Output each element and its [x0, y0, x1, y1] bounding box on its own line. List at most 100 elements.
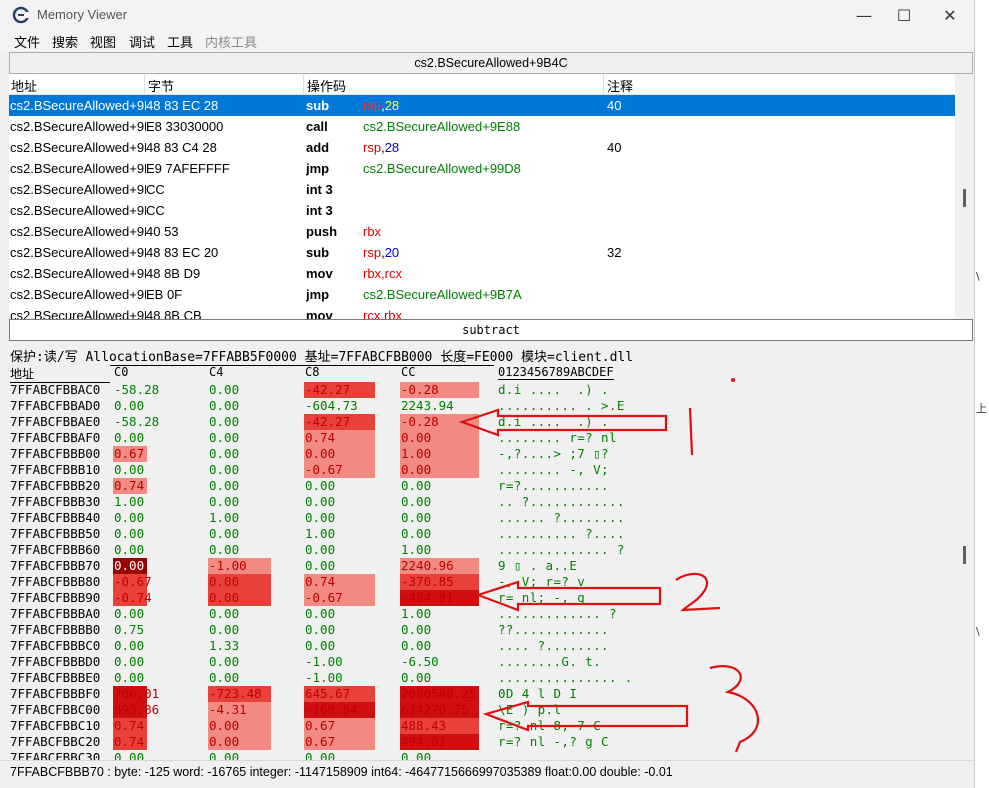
hex-row[interactable]: 7FFABCFBBC30 0.00 0.00 0.00 0.00............… — [10, 750, 960, 760]
hex-value-c8[interactable]: -42.27 — [304, 382, 375, 398]
hex-row[interactable]: 7FFABCFBBB40 0.00 1.00 0.00 0.00 ...... ?....… — [10, 510, 960, 526]
hex-value-c0[interactable]: 0.00 — [113, 750, 147, 760]
hex-value-c0[interactable]: -58.28 — [113, 382, 159, 398]
address-bar[interactable]: cs2.BSecureAllowed+9B4C — [9, 52, 973, 74]
hex-row[interactable]: 7FFABCFBBAD0 0.00 0.00 -604.73 2243.94......… — [10, 398, 960, 414]
hex-value-cc[interactable]: 0.00 — [400, 462, 479, 478]
hex-value-cc[interactable]: 0.00 — [400, 494, 479, 510]
disassembler-scroll-thumb[interactable] — [963, 189, 966, 207]
hex-value-c0[interactable]: -58.28 — [113, 414, 159, 430]
menu-tools[interactable]: 工具 — [167, 32, 193, 51]
hex-row[interactable]: 7FFABCFBBBE0 0.00 0.00 -1.00 0.00...........… — [10, 670, 960, 686]
hex-row[interactable]: 7FFABCFBBB50 0.00 0.00 1.00 0.00 .......... ?… — [10, 526, 960, 542]
hex-value-c0[interactable]: 0.00 — [113, 654, 147, 670]
hex-value-cc[interactable]: 1.00 — [400, 606, 479, 622]
hex-value-c8[interactable]: -0.67 — [304, 590, 375, 606]
hex-value-c4[interactable]: -4.31 — [208, 702, 271, 718]
hex-value-cc[interactable]: 0.00 — [400, 478, 479, 494]
hex-row[interactable]: 7FFABCFBBAC0 -58.28 0.00 -42.27 -0.28 d.i ...… — [10, 382, 960, 398]
hex-value-c8[interactable]: 0.74 — [304, 574, 375, 590]
hex-value-c0[interactable]: 1.00 — [113, 494, 147, 510]
hex-row[interactable]: 7FFABCFBBB00 0.67 0.00 0.00 1.00 -,?....> ;7… — [10, 446, 960, 462]
hex-value-c0[interactable]: 0.74 — [113, 478, 147, 494]
hex-value-cc[interactable]: 0.00 — [400, 622, 479, 638]
hex-value-c0[interactable]: 0.00 — [113, 670, 147, 686]
hex-value-c4[interactable]: 0.00 — [208, 398, 271, 414]
hex-value-c8[interactable]: 645.67 — [304, 686, 375, 702]
hex-value-cc[interactable]: 1.00 — [400, 446, 479, 462]
hex-value-c4[interactable]: 0.00 — [208, 750, 271, 760]
hex-value-c8[interactable]: 0.67 — [304, 734, 375, 750]
hex-value-cc[interactable]: 488.43 — [400, 718, 479, 734]
hex-value-c0[interactable]: 0.00 — [113, 430, 147, 446]
hex-value-c0[interactable]: 0.00 — [113, 526, 147, 542]
hex-value-c4[interactable]: 0.00 — [208, 734, 271, 750]
hex-value-c4[interactable]: 0.00 — [208, 382, 271, 398]
hex-value-c4[interactable]: 0.00 — [208, 670, 271, 686]
disassembler-row[interactable]: cs2.BSecureAllowed+9B5548 83 C4 28 add rsp… — [9, 137, 955, 158]
hex-value-c0[interactable]: 0.00 — [113, 558, 147, 574]
hex-value-c8[interactable]: 0.00 — [304, 510, 375, 526]
disassembler-row[interactable]: cs2.BSecureAllowed+9B6040 53 push rbx — [9, 221, 955, 242]
hex-value-cc[interactable]: 0.00 — [400, 670, 479, 686]
hex-value-c0[interactable]: 0.00 — [113, 542, 147, 558]
hex-row[interactable]: 7FFABCFBBB10 0.00 0.00 -0.67 0.00 ........ -,… — [10, 462, 960, 478]
hex-value-c0[interactable]: 0.00 — [113, 606, 147, 622]
hex-row[interactable]: 7FFABCFBBB60 0.00 0.00 0.00 1.00............… — [10, 542, 960, 558]
hex-value-c0[interactable]: 0.00 — [113, 398, 147, 414]
disassembler-list[interactable]: cs2.BSecureAllowed+9B4C48 83 EC 28 sub rsp… — [9, 95, 955, 321]
hex-value-cc[interactable]: 2240.96 — [400, 558, 479, 574]
hex-value-cc[interactable]: 1.00 — [400, 542, 479, 558]
hex-scroll-thumb[interactable] — [963, 546, 966, 564]
hex-value-c0[interactable]: 893.86 — [113, 702, 159, 718]
hex-value-c8[interactable]: -1.00 — [304, 654, 375, 670]
hex-value-c0[interactable]: 0.74 — [113, 718, 147, 734]
hex-value-c8[interactable]: 0.00 — [304, 494, 375, 510]
hex-value-cc[interactable]: -0.28 — [400, 382, 479, 398]
hex-row[interactable]: 7FFABCFBBB90 -0.74 0.00 -0.67 -484.81 r= nl;… — [10, 590, 960, 606]
hex-value-c0[interactable]: 706.01 — [113, 686, 159, 702]
disassembler-row[interactable]: cs2.BSecureAllowed+9B5ECC int 3 — [9, 179, 955, 200]
hex-value-c4[interactable]: -723.48 — [208, 686, 271, 702]
disassembler-row[interactable]: cs2.BSecureAllowed+9B50E8 33030000 call cs… — [9, 116, 955, 137]
hex-value-cc[interactable]: -0.28 — [400, 414, 479, 430]
hex-value-c8[interactable]: -1.00 — [304, 670, 375, 686]
disassembler-row[interactable]: cs2.BSecureAllowed+9B59E9 7AFEFFFF jmp cs2… — [9, 158, 955, 179]
hex-value-c4[interactable]: 0.00 — [208, 606, 271, 622]
minimize-button[interactable]: — — [844, 3, 884, 27]
hex-value-cc[interactable]: -6.50 — [400, 654, 479, 670]
hex-value-c8[interactable]: 0.74 — [304, 430, 375, 446]
hex-value-c4[interactable]: 0.00 — [208, 622, 271, 638]
hex-value-c8[interactable]: 0.00 — [304, 542, 375, 558]
hex-value-c0[interactable]: 0.67 — [113, 446, 147, 462]
hex-row[interactable]: 7FFABCFBBBB0 0.75 0.00 0.00 0.00 ??.........… — [10, 622, 960, 638]
hex-value-c4[interactable]: 0.00 — [208, 478, 271, 494]
hex-value-c8[interactable]: 1.00 — [304, 526, 375, 542]
hex-value-c4[interactable]: 0.00 — [208, 590, 271, 606]
hex-value-c4[interactable]: -1.00 — [208, 558, 271, 574]
hex-row[interactable]: 7FFABCFBBB70 0.00 -1.00 0.00 2240.96 9 ▯ . a… — [10, 558, 960, 574]
hex-value-cc[interactable]: 0.00 — [400, 430, 479, 446]
hex-row[interactable]: 7FFABCFBBBF0 706.01 -723.48 645.67 2080508.2… — [10, 686, 960, 702]
hex-row[interactable]: 7FFABCFBBBA0 0.00 0.00 0.00 1.00............… — [10, 606, 960, 622]
hex-value-c4[interactable]: 0.00 — [208, 526, 271, 542]
disassembler-row[interactable]: cs2.BSecureAllowed+9B4C48 83 EC 28 sub rsp… — [9, 95, 955, 116]
hex-value-c4[interactable]: 0.00 — [208, 542, 271, 558]
hex-value-c8[interactable]: 0.00 — [304, 606, 375, 622]
hex-value-c0[interactable]: -0.67 — [113, 574, 152, 590]
hex-value-c0[interactable]: 0.75 — [113, 622, 147, 638]
hex-value-cc[interactable]: 494.81 — [400, 734, 479, 750]
header-comment[interactable]: 注释 — [607, 76, 633, 95]
hex-value-cc[interactable]: 0.00 — [400, 638, 479, 654]
disassembler-row[interactable]: cs2.BSecureAllowed+9B6648 8B D9 mov rbx,rc… — [9, 263, 955, 284]
hex-row[interactable]: 7FFABCFBBAF0 0.00 0.00 0.74 0.00 ........ r=?… — [10, 430, 960, 446]
hex-value-cc[interactable]: 0.00 — [400, 750, 479, 760]
hex-value-c8[interactable]: 0.00 — [304, 750, 375, 760]
menu-file[interactable]: 文件 — [14, 32, 40, 51]
hex-value-c4[interactable]: 1.33 — [208, 638, 271, 654]
hex-value-cc[interactable]: -370.85 — [400, 574, 479, 590]
hex-row[interactable]: 7FFABCFBBC00 893.86 -4.31 -168.64 634270.75 … — [10, 702, 960, 718]
column-divider[interactable] — [144, 74, 145, 94]
hex-value-cc[interactable]: 0.00 — [400, 510, 479, 526]
hex-value-c0[interactable]: 0.00 — [113, 510, 147, 526]
